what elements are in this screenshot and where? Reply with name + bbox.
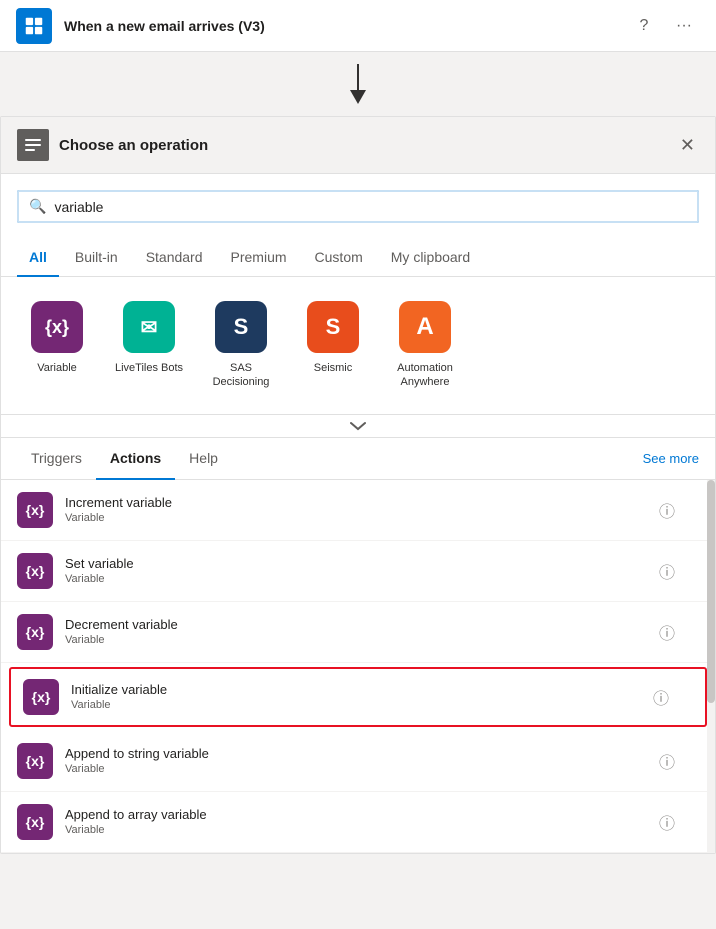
close-panel-button[interactable]: ✕ xyxy=(676,131,699,160)
connector-variable-icon: {x} xyxy=(31,301,83,353)
connector-variable-label: Variable xyxy=(37,361,77,375)
filter-tab-all[interactable]: All xyxy=(17,239,59,277)
action-name-set: Set variable xyxy=(65,556,659,571)
connector-seismic-icon: S xyxy=(307,301,359,353)
search-icon: 🔍 xyxy=(29,198,46,215)
action-sub-append-string: Variable xyxy=(65,763,659,775)
info-icon-decrement[interactable]: ⓘ xyxy=(659,620,675,644)
panel-title: Choose an operation xyxy=(59,137,676,154)
action-text-append-string: Append to string variable Variable xyxy=(65,746,659,775)
top-header: When a new email arrives (V3) ? ··· xyxy=(0,0,716,52)
action-sub-set: Variable xyxy=(65,573,659,585)
action-item-append-string-variable[interactable]: {x} Append to string variable Variable ⓘ xyxy=(1,731,715,792)
flow-arrow xyxy=(0,52,716,116)
connector-variable[interactable]: {x} Variable xyxy=(17,293,97,398)
tab-actions[interactable]: Actions xyxy=(96,438,175,480)
connector-automation-anywhere-label: AutomationAnywhere xyxy=(397,361,453,390)
action-name-append-array: Append to array variable xyxy=(65,807,659,822)
connector-sas[interactable]: S SASDecisioning xyxy=(201,293,281,398)
connector-livetiles-icon: ✉ xyxy=(123,301,175,353)
connector-livetiles-label: LiveTiles Bots xyxy=(115,361,183,375)
operation-panel: Choose an operation ✕ 🔍 All Built-in Sta… xyxy=(0,116,716,854)
action-icon-decrement-variable: {x} xyxy=(17,614,53,650)
connector-livetiles[interactable]: ✉ LiveTiles Bots xyxy=(109,293,189,398)
action-item-initialize-variable[interactable]: {x} Initialize variable Variable ⓘ xyxy=(9,667,707,727)
filter-tab-standard[interactable]: Standard xyxy=(134,239,215,277)
filter-tab-premium[interactable]: Premium xyxy=(219,239,299,277)
scrollbar-thumb[interactable] xyxy=(707,480,715,704)
action-item-increment-variable[interactable]: {x} Increment variable Variable ⓘ xyxy=(1,480,715,541)
scrollbar-track[interactable] xyxy=(707,480,715,853)
filter-tabs: All Built-in Standard Premium Custom My … xyxy=(1,239,715,277)
action-text-append-array: Append to array variable Variable xyxy=(65,807,659,836)
action-icon-initialize-variable: {x} xyxy=(23,679,59,715)
actions-list: {x} Increment variable Variable ⓘ {x} Se… xyxy=(1,480,715,853)
tab-help[interactable]: Help xyxy=(175,438,232,480)
action-item-decrement-variable[interactable]: {x} Decrement variable Variable ⓘ xyxy=(1,602,715,663)
action-text-set-variable: Set variable Variable xyxy=(65,556,659,585)
help-button[interactable]: ? xyxy=(628,10,660,42)
filter-tab-myclipboard[interactable]: My clipboard xyxy=(379,239,482,277)
connectors-grid: {x} Variable ✉ LiveTiles Bots S SASDecis… xyxy=(17,293,699,398)
more-options-button[interactable]: ··· xyxy=(668,10,700,42)
connectors-grid-section: {x} Variable ✉ LiveTiles Bots S SASDecis… xyxy=(1,277,715,415)
info-icon-set[interactable]: ⓘ xyxy=(659,559,675,583)
connector-sas-label: SASDecisioning xyxy=(213,361,270,390)
panel-header-icon xyxy=(17,129,49,161)
action-icon-append-string: {x} xyxy=(17,743,53,779)
info-icon-initialize[interactable]: ⓘ xyxy=(653,685,669,709)
connector-seismic-label: Seismic xyxy=(314,361,353,375)
info-icon-increment[interactable]: ⓘ xyxy=(659,498,675,522)
action-name-initialize: Initialize variable xyxy=(71,682,653,697)
search-section: 🔍 xyxy=(1,174,715,239)
app-icon xyxy=(16,8,52,44)
flow-title: When a new email arrives (V3) xyxy=(64,18,628,34)
header-actions: ? ··· xyxy=(628,10,700,42)
action-name-increment: Increment variable xyxy=(65,495,659,510)
connector-seismic[interactable]: S Seismic xyxy=(293,293,373,398)
action-name-decrement: Decrement variable xyxy=(65,617,659,632)
connector-automation-anywhere-icon: A xyxy=(399,301,451,353)
action-sub-initialize: Variable xyxy=(71,699,653,711)
action-sub-increment: Variable xyxy=(65,512,659,524)
search-input[interactable] xyxy=(54,199,687,215)
action-icon-append-array: {x} xyxy=(17,804,53,840)
connector-automation-anywhere[interactable]: A AutomationAnywhere xyxy=(385,293,465,398)
action-name-append-string: Append to string variable xyxy=(65,746,659,761)
connector-sas-icon: S xyxy=(215,301,267,353)
filter-tab-custom[interactable]: Custom xyxy=(303,239,375,277)
info-icon-append-array[interactable]: ⓘ xyxy=(659,810,675,834)
action-icon-increment-variable: {x} xyxy=(17,492,53,528)
info-icon-append-string[interactable]: ⓘ xyxy=(659,749,675,773)
action-text-initialize-variable: Initialize variable Variable xyxy=(71,682,653,711)
tab-triggers[interactable]: Triggers xyxy=(17,438,96,480)
search-box: 🔍 xyxy=(17,190,699,223)
action-text-decrement-variable: Decrement variable Variable xyxy=(65,617,659,646)
action-tabs: Triggers Actions Help See more xyxy=(1,438,715,480)
action-icon-set-variable: {x} xyxy=(17,553,53,589)
action-item-append-array-variable[interactable]: {x} Append to array variable Variable ⓘ xyxy=(1,792,715,853)
action-text-increment-variable: Increment variable Variable xyxy=(65,495,659,524)
action-item-set-variable[interactable]: {x} Set variable Variable ⓘ xyxy=(1,541,715,602)
see-more-button[interactable]: See more xyxy=(643,439,699,478)
action-sub-append-array: Variable xyxy=(65,824,659,836)
action-sub-decrement: Variable xyxy=(65,634,659,646)
panel-header: Choose an operation ✕ xyxy=(1,117,715,174)
collapse-chevron[interactable] xyxy=(1,415,715,438)
filter-tab-builtin[interactable]: Built-in xyxy=(63,239,130,277)
